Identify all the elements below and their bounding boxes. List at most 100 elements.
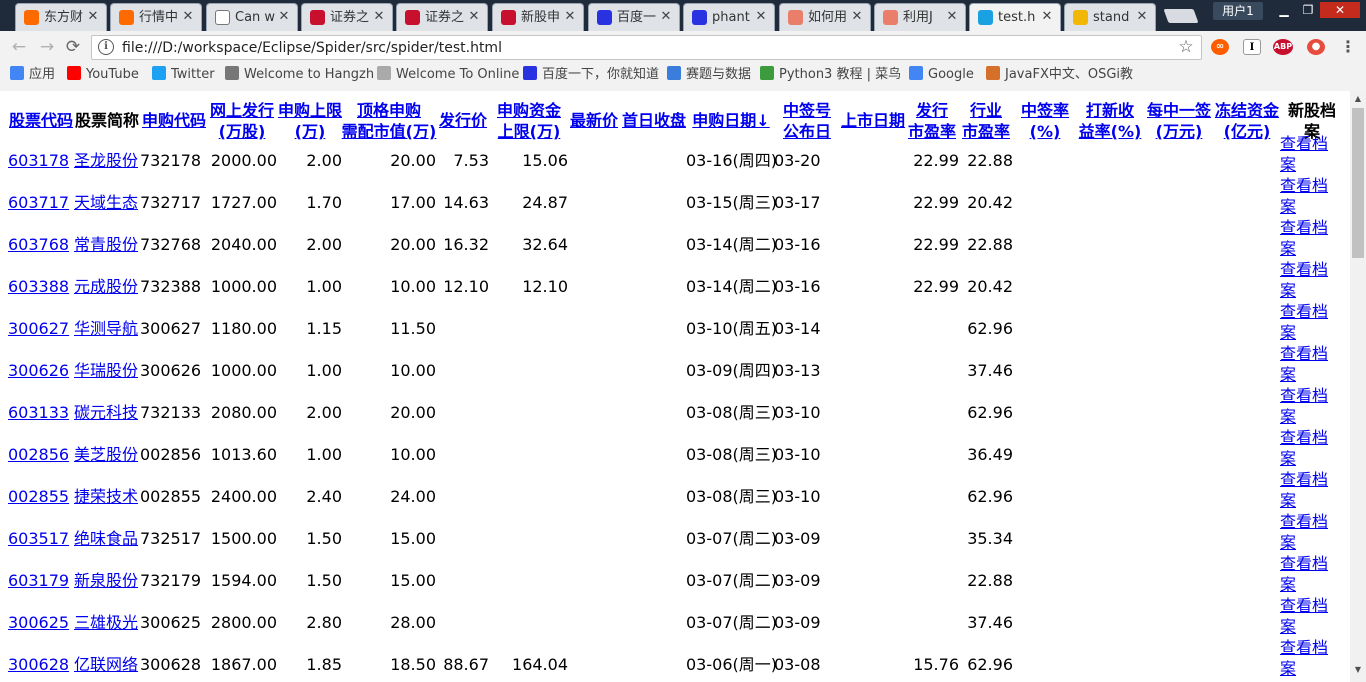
column-header-h8a[interactable]: 申购资金 xyxy=(491,100,567,121)
tab-close-icon[interactable]: ✕ xyxy=(86,9,100,25)
column-header-h16b[interactable]: (%) xyxy=(1018,121,1072,142)
url-text[interactable]: file:///D:/workspace/Eclipse/Spider/src/… xyxy=(122,39,1122,57)
bookmark-item[interactable]: Welcome to Hangzh xyxy=(225,66,374,84)
back-arrow-icon[interactable]: ← xyxy=(9,37,29,57)
view-archive-link-cont[interactable]: 案 xyxy=(1280,448,1296,469)
column-header-h4a[interactable]: 网上发行 xyxy=(208,100,276,121)
tab-6[interactable]: 新股申 ✕ xyxy=(492,3,584,31)
view-archive-link-cont[interactable]: 案 xyxy=(1280,322,1296,343)
column-header-h17a[interactable]: 打新收 xyxy=(1078,100,1142,121)
column-header-h7[interactable]: 发行价 xyxy=(437,110,489,131)
stock-name-link[interactable]: 新泉股份 xyxy=(74,570,138,591)
view-archive-link-cont[interactable]: 案 xyxy=(1280,616,1296,637)
column-header-h19b[interactable]: (亿元) xyxy=(1213,121,1281,142)
extension-red-icon[interactable]: ● xyxy=(1307,39,1325,55)
column-header-h4b[interactable]: (万股) xyxy=(208,121,276,142)
tab-7[interactable]: 百度一 ✕ xyxy=(588,3,680,31)
bookmark-item[interactable]: JavaFX中文、OSGi教 xyxy=(986,66,1133,84)
view-archive-link[interactable]: 查看档 xyxy=(1280,343,1328,364)
view-archive-link-cont[interactable]: 案 xyxy=(1280,574,1296,595)
column-header-h18a[interactable]: 每中一签 xyxy=(1145,100,1213,121)
stock-code-link[interactable]: 300626 xyxy=(8,360,69,381)
scroll-up-arrow-icon[interactable]: ▲ xyxy=(1352,93,1364,105)
tab-close-icon[interactable]: ✕ xyxy=(467,9,481,25)
column-header-h3[interactable]: 申购代码 xyxy=(140,110,208,131)
column-header-h16a[interactable]: 中签率 xyxy=(1018,100,1072,121)
stock-name-link[interactable]: 美芝股份 xyxy=(74,444,138,465)
view-archive-link[interactable]: 查看档 xyxy=(1280,385,1328,406)
stock-name-link[interactable]: 捷荣技术 xyxy=(74,486,138,507)
column-header-h6b[interactable]: 需配市值(万) xyxy=(341,121,437,142)
info-icon[interactable]: i xyxy=(98,39,114,55)
column-header-h14b[interactable]: 市盈率 xyxy=(906,121,958,142)
stock-name-link[interactable]: 亿联网络 xyxy=(74,654,138,675)
stock-code-link[interactable]: 002856 xyxy=(8,444,69,465)
view-archive-link-cont[interactable]: 案 xyxy=(1280,532,1296,553)
column-header-h15a[interactable]: 行业 xyxy=(960,100,1012,121)
tab-8[interactable]: phant ✕ xyxy=(683,3,775,31)
view-archive-link[interactable]: 查看档 xyxy=(1280,511,1328,532)
view-archive-link[interactable]: 查看档 xyxy=(1280,427,1328,448)
stock-name-link[interactable]: 元成股份 xyxy=(74,276,138,297)
bookmark-item[interactable]: Python3 教程 | 菜鸟 xyxy=(760,66,901,84)
column-header-h8b[interactable]: 上限(万) xyxy=(491,121,567,142)
column-header-h18b[interactable]: (万元) xyxy=(1145,121,1213,142)
stock-name-link[interactable]: 华测导航 xyxy=(74,318,138,339)
tab-10[interactable]: 利用J ✕ xyxy=(874,3,966,31)
view-archive-link-cont[interactable]: 案 xyxy=(1280,280,1296,301)
tab-2[interactable]: 行情中 ✕ xyxy=(110,3,202,31)
bookmark-star-icon[interactable]: ☆ xyxy=(1177,38,1195,56)
extension-instapaper-icon[interactable]: I xyxy=(1243,39,1261,55)
tab-4[interactable]: 证券之 ✕ xyxy=(301,3,393,31)
adblock-plus-icon[interactable]: ABP xyxy=(1273,39,1293,55)
view-archive-link[interactable]: 查看档 xyxy=(1280,259,1328,280)
view-archive-link-cont[interactable]: 案 xyxy=(1280,658,1296,679)
column-header-h5b[interactable]: (万) xyxy=(276,121,344,142)
bookmark-item[interactable]: YouTube xyxy=(67,66,139,84)
stock-code-link[interactable]: 300627 xyxy=(8,318,69,339)
view-archive-link-cont[interactable]: 案 xyxy=(1280,238,1296,259)
stock-code-link[interactable]: 603178 xyxy=(8,150,69,171)
stock-name-link[interactable]: 碳元科技 xyxy=(74,402,138,423)
column-header-h15b[interactable]: 市盈率 xyxy=(960,121,1012,142)
bookmark-item[interactable]: 应用 xyxy=(10,66,55,84)
bookmark-item[interactable]: 百度一下，你就知道 xyxy=(523,66,659,84)
stock-code-link[interactable]: 300625 xyxy=(8,612,69,633)
close-window-icon[interactable]: ✕ xyxy=(1320,2,1360,18)
bookmark-item[interactable]: Google xyxy=(909,66,974,84)
new-tab-button[interactable] xyxy=(1163,9,1199,23)
view-archive-link[interactable]: 查看档 xyxy=(1280,637,1328,658)
tab-close-icon[interactable]: ✕ xyxy=(1040,9,1054,25)
tab-close-icon[interactable]: ✕ xyxy=(1135,9,1149,25)
column-header-h9[interactable]: 最新价 xyxy=(568,110,620,131)
bookmark-item[interactable]: 赛题与数据 xyxy=(667,66,751,84)
column-header-h11[interactable]: 申购日期↓ xyxy=(690,110,772,131)
forward-arrow-icon[interactable]: → xyxy=(37,37,57,57)
tab-close-icon[interactable]: ✕ xyxy=(277,9,291,25)
stock-code-link[interactable]: 603768 xyxy=(8,234,69,255)
view-archive-link[interactable]: 查看档 xyxy=(1280,301,1328,322)
column-header-h5a[interactable]: 申购上限 xyxy=(276,100,344,121)
stock-name-link[interactable]: 天域生态 xyxy=(74,192,138,213)
bookmark-item[interactable]: Twitter xyxy=(152,66,215,84)
scrollbar-thumb[interactable] xyxy=(1352,108,1364,258)
stock-code-link[interactable]: 603517 xyxy=(8,528,69,549)
reload-icon[interactable]: ⟳ xyxy=(63,37,83,57)
tab-close-icon[interactable]: ✕ xyxy=(372,9,386,25)
stock-name-link[interactable]: 常青股份 xyxy=(74,234,138,255)
stock-code-link[interactable]: 603717 xyxy=(8,192,69,213)
stock-code-link[interactable]: 603133 xyxy=(8,402,69,423)
column-header-h12a[interactable]: 中签号 xyxy=(780,100,834,121)
view-archive-link[interactable]: 查看档 xyxy=(1280,553,1328,574)
tab-1[interactable]: 东方财 ✕ xyxy=(15,3,107,31)
bookmark-item[interactable]: Welcome To Online xyxy=(377,66,519,84)
tab-close-icon[interactable]: ✕ xyxy=(563,9,577,25)
column-header-h1[interactable]: 股票代码 xyxy=(8,110,74,131)
address-bar[interactable]: i file:///D:/workspace/Eclipse/Spider/sr… xyxy=(91,35,1202,60)
view-archive-link-cont[interactable]: 案 xyxy=(1280,406,1296,427)
restore-icon[interactable]: ❐ xyxy=(1296,2,1320,18)
tab-12[interactable]: stand ✕ xyxy=(1064,3,1156,31)
stock-code-link[interactable]: 603179 xyxy=(8,570,69,591)
column-header-h6a[interactable]: 顶格申购 xyxy=(341,100,437,121)
view-archive-link-cont[interactable]: 案 xyxy=(1280,490,1296,511)
